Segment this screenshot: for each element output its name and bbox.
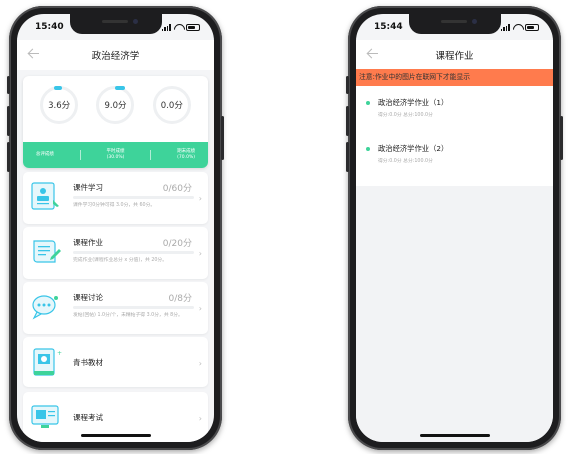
home-indicator[interactable] bbox=[80, 434, 151, 437]
signal-icon bbox=[161, 23, 171, 31]
nav-bar: 课程作业 bbox=[356, 40, 553, 70]
chevron-right-icon: › bbox=[198, 304, 202, 313]
notch bbox=[69, 14, 162, 34]
module-title: 青书教材 bbox=[73, 358, 103, 367]
regular-score-ring: 9.0分 bbox=[96, 86, 135, 124]
power-button bbox=[221, 116, 224, 160]
battery-icon bbox=[525, 23, 539, 31]
textbook-icon: + bbox=[33, 348, 62, 376]
exam-icon bbox=[31, 405, 59, 428]
module-discussion[interactable]: 课程讨论 0/8分 发帖(回帖) 1.0分/个，未精帖子得 3.0分，共 8分。… bbox=[23, 282, 208, 334]
screen-left: 15:40 政治经济学 3.6分 9.0分 0.0分 总评成绩 平时成绩 (30… bbox=[17, 14, 214, 442]
chevron-right-icon: › bbox=[198, 414, 202, 423]
final-score-ring: 0.0分 bbox=[152, 86, 191, 124]
homework-item[interactable]: 政治经济学作业（1） 得分:0.0分 总分:100.0分 bbox=[366, 98, 543, 120]
battery-icon bbox=[186, 23, 200, 31]
mute-switch bbox=[346, 76, 349, 94]
wifi-icon bbox=[513, 24, 522, 31]
signal-icon bbox=[500, 23, 510, 31]
regular-score-weight: (30.0%) bbox=[106, 155, 125, 160]
final-score-value: 0.0分 bbox=[160, 101, 183, 111]
phone-left: 15:40 政治经济学 3.6分 9.0分 0.0分 总评成绩 平时成绩 (30… bbox=[7, 6, 224, 450]
homework-icon bbox=[33, 240, 61, 263]
module-courseware[interactable]: 课件学习 0/60分 课件学习0分钟可得 3.0分，共 60分。 › bbox=[23, 172, 208, 224]
module-score: 0/8分 bbox=[168, 294, 193, 304]
volume-down-button bbox=[7, 142, 10, 172]
network-notice-banner: 注意:作业中的图片在联网下才能显示 bbox=[356, 69, 553, 86]
bullet-dot-icon bbox=[366, 147, 370, 151]
svg-text:+: + bbox=[57, 350, 62, 357]
module-progress-bar bbox=[73, 306, 194, 309]
chevron-right-icon: › bbox=[198, 249, 202, 258]
module-score: 0/60分 bbox=[162, 184, 192, 194]
module-description: 发帖(回帖) 1.0分/个，未精帖子得 3.0分，共 8分。 bbox=[73, 313, 183, 318]
status-time: 15:40 bbox=[35, 22, 64, 32]
notch bbox=[408, 14, 501, 34]
total-score-ring: 3.6分 bbox=[40, 86, 79, 124]
module-score: 0/20分 bbox=[162, 239, 192, 249]
module-title: 课件学习 bbox=[73, 183, 103, 192]
homework-title: 政治经济学作业（1） bbox=[378, 98, 449, 107]
mute-switch bbox=[7, 76, 10, 94]
homework-score: 得分:0.0分 总分:100.0分 bbox=[378, 159, 433, 164]
discussion-icon bbox=[32, 295, 58, 320]
final-score-weight: (70.0%) bbox=[177, 155, 195, 160]
module-progress-bar bbox=[73, 196, 194, 199]
module-homework[interactable]: 课程作业 0/20分 完成作业(课程作业总分 x 分值)，共 20分。 › bbox=[23, 227, 208, 279]
status-time: 15:44 bbox=[374, 22, 403, 32]
phone-right: 15:44 课程作业 注意:作业中的图片在联网下才能显示 政治经济学作业（1） … bbox=[346, 6, 563, 450]
homework-title: 政治经济学作业（2） bbox=[378, 144, 449, 153]
score-summary-card: 3.6分 9.0分 0.0分 总评成绩 平时成绩 (30.0%) 期末成绩 (70.… bbox=[23, 76, 208, 168]
module-description: 完成作业(课程作业总分 x 分值)，共 20分。 bbox=[73, 258, 168, 263]
regular-score-value: 9.0分 bbox=[104, 101, 127, 111]
courseware-icon bbox=[31, 182, 59, 210]
module-progress-bar bbox=[73, 251, 194, 254]
back-arrow-icon[interactable] bbox=[27, 48, 39, 60]
home-indicator[interactable] bbox=[419, 434, 490, 437]
total-score-value: 3.6分 bbox=[48, 101, 71, 111]
score-labels-strip: 总评成绩 平时成绩 (30.0%) 期末成绩 (70.0%) bbox=[23, 142, 208, 168]
wifi-icon bbox=[174, 24, 183, 31]
screen-right: 15:44 课程作业 注意:作业中的图片在联网下才能显示 政治经济学作业（1） … bbox=[356, 14, 553, 442]
page-title: 课程作业 bbox=[435, 51, 474, 62]
homework-list: 政治经济学作业（1） 得分:0.0分 总分:100.0分 政治经济学作业（2） … bbox=[356, 86, 553, 186]
module-textbook[interactable]: + 青书教材 › bbox=[23, 337, 208, 387]
homework-item[interactable]: 政治经济学作业（2） 得分:0.0分 总分:100.0分 bbox=[366, 144, 543, 166]
volume-down-button bbox=[346, 142, 349, 172]
volume-up-button bbox=[346, 106, 349, 136]
power-button bbox=[560, 116, 563, 160]
back-arrow-icon[interactable] bbox=[366, 48, 378, 60]
nav-bar: 政治经济学 bbox=[17, 40, 214, 70]
module-title: 课程考试 bbox=[73, 413, 103, 422]
homework-score: 得分:0.0分 总分:100.0分 bbox=[378, 113, 433, 118]
chevron-right-icon: › bbox=[198, 194, 202, 203]
volume-up-button bbox=[7, 106, 10, 136]
empty-area bbox=[356, 186, 553, 442]
module-title: 课程讨论 bbox=[73, 293, 103, 302]
chevron-right-icon: › bbox=[198, 359, 202, 368]
bullet-dot-icon bbox=[366, 101, 370, 105]
module-title: 课程作业 bbox=[73, 238, 103, 247]
total-score-label: 总评成绩 bbox=[35, 152, 54, 157]
canvas: 15:40 政治经济学 3.6分 9.0分 0.0分 总评成绩 平时成绩 (30… bbox=[0, 0, 568, 454]
module-description: 课件学习0分钟可得 3.0分，共 60分。 bbox=[73, 203, 156, 208]
page-title: 政治经济学 bbox=[91, 51, 140, 62]
